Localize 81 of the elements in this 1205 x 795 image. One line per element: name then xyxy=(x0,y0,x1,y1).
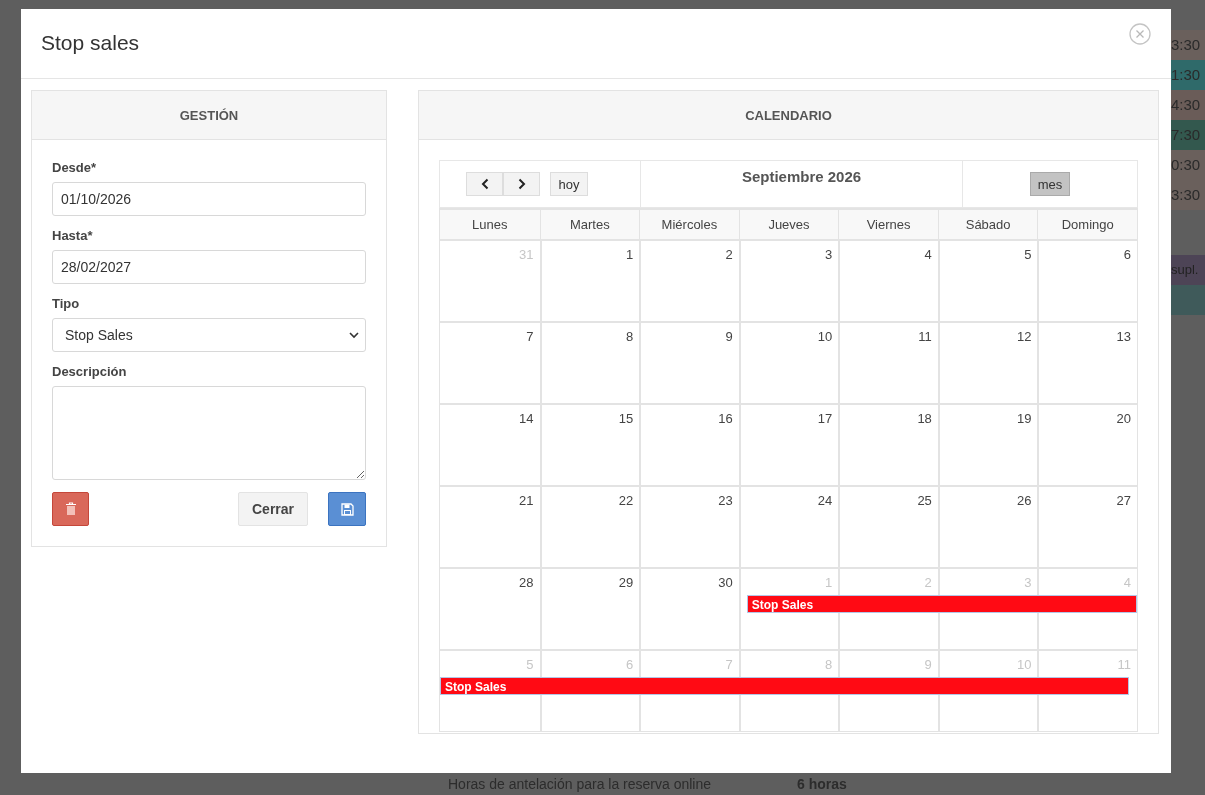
delete-button[interactable] xyxy=(52,492,89,526)
time-slot: 3:30 xyxy=(1171,180,1205,210)
day-number: 3 xyxy=(825,247,833,262)
day-number: 26 xyxy=(1016,493,1032,508)
weekday-header: Martes xyxy=(539,210,640,239)
chevron-right-icon xyxy=(517,178,526,190)
day-number: 19 xyxy=(1016,411,1032,426)
day-number: 11 xyxy=(918,329,932,344)
day-number: 20 xyxy=(1116,411,1131,426)
day-number: 29 xyxy=(618,575,634,590)
today-button[interactable]: hoy xyxy=(550,172,588,196)
day-number: 14 xyxy=(519,411,534,426)
time-slot: 0:30 xyxy=(1171,150,1205,180)
weekday-header: Sábado xyxy=(937,210,1038,239)
event-bar[interactable]: Stop Sales xyxy=(746,595,1137,613)
weekday-header: Lunes xyxy=(471,216,509,234)
month-title: Septiembre 2026 xyxy=(741,168,862,187)
day-number: 22 xyxy=(618,493,634,508)
panel-header: CALENDARIO xyxy=(745,107,832,123)
day-number: 27 xyxy=(1116,493,1131,508)
time-slot: 4:30 xyxy=(1171,90,1205,120)
day-number: 4 xyxy=(1123,575,1131,590)
chevron-left-icon xyxy=(480,178,489,190)
day-number: 24 xyxy=(817,493,833,508)
day-number: 9 xyxy=(725,329,733,344)
day-number: 13 xyxy=(1116,329,1131,344)
day-number: 3 xyxy=(1024,575,1032,590)
day-number: 16 xyxy=(718,411,733,426)
time-slot: 3:30 xyxy=(1171,30,1205,60)
description-field[interactable] xyxy=(52,386,366,480)
close-button[interactable]: Cerrar xyxy=(238,492,308,526)
day-number: 17 xyxy=(817,411,833,426)
type-select[interactable]: Stop Sales xyxy=(52,318,366,352)
date-field[interactable]: 01/10/2026 xyxy=(52,182,366,216)
weekday-header: Jueves xyxy=(738,210,839,239)
day-number: 21 xyxy=(519,493,534,508)
save-icon xyxy=(340,502,354,516)
event-bar[interactable]: Stop Sales xyxy=(440,677,1129,695)
day-number: 11 xyxy=(1117,657,1131,672)
day-number: 1 xyxy=(625,247,634,262)
day-number: 12 xyxy=(1016,329,1032,344)
day-number: 31 xyxy=(519,247,534,262)
field-label: Desde* xyxy=(52,160,98,175)
field-label: Descripción xyxy=(52,364,128,379)
day-number: 8 xyxy=(625,329,634,344)
day-number: 5 xyxy=(526,657,534,672)
day-number: 2 xyxy=(924,575,932,590)
field-label: Tipo xyxy=(52,296,81,311)
next-button[interactable] xyxy=(503,172,540,196)
weekday-header: Domingo xyxy=(1037,210,1137,239)
day-number: 15 xyxy=(618,411,634,426)
modal-title: Stop sales xyxy=(41,31,140,55)
day-number: 23 xyxy=(718,493,733,508)
month-view-button[interactable]: mes xyxy=(1030,172,1070,196)
day-number: 7 xyxy=(526,329,534,344)
chevron-down-icon xyxy=(349,331,359,339)
field-label: Hasta* xyxy=(52,228,94,243)
time-slot: 1:30 xyxy=(1171,60,1205,90)
save-button[interactable] xyxy=(328,492,366,526)
day-number: 10 xyxy=(817,329,833,344)
schedule-row xyxy=(1171,285,1205,315)
panel-header: GESTIÓN xyxy=(179,107,239,123)
day-number: 7 xyxy=(725,657,733,672)
previous-button[interactable] xyxy=(466,172,503,196)
day-number: 2 xyxy=(725,247,733,262)
date-field[interactable]: 28/02/2027 xyxy=(52,250,366,284)
day-number: 5 xyxy=(1024,247,1032,262)
day-number: 4 xyxy=(924,247,932,262)
day-number: 18 xyxy=(917,411,932,426)
weekday-header: Viernes xyxy=(838,210,938,239)
day-number: 25 xyxy=(917,493,932,508)
day-number: 6 xyxy=(1123,247,1131,262)
day-number: 6 xyxy=(625,657,634,672)
day-number: 8 xyxy=(825,657,833,672)
day-number: 30 xyxy=(718,575,733,590)
day-number: 10 xyxy=(1016,657,1032,672)
trash-icon xyxy=(64,502,77,516)
weekday-header: Miércoles xyxy=(639,210,739,239)
day-number: 28 xyxy=(519,575,534,590)
day-number: 1 xyxy=(825,575,833,590)
day-number: 9 xyxy=(924,657,932,672)
